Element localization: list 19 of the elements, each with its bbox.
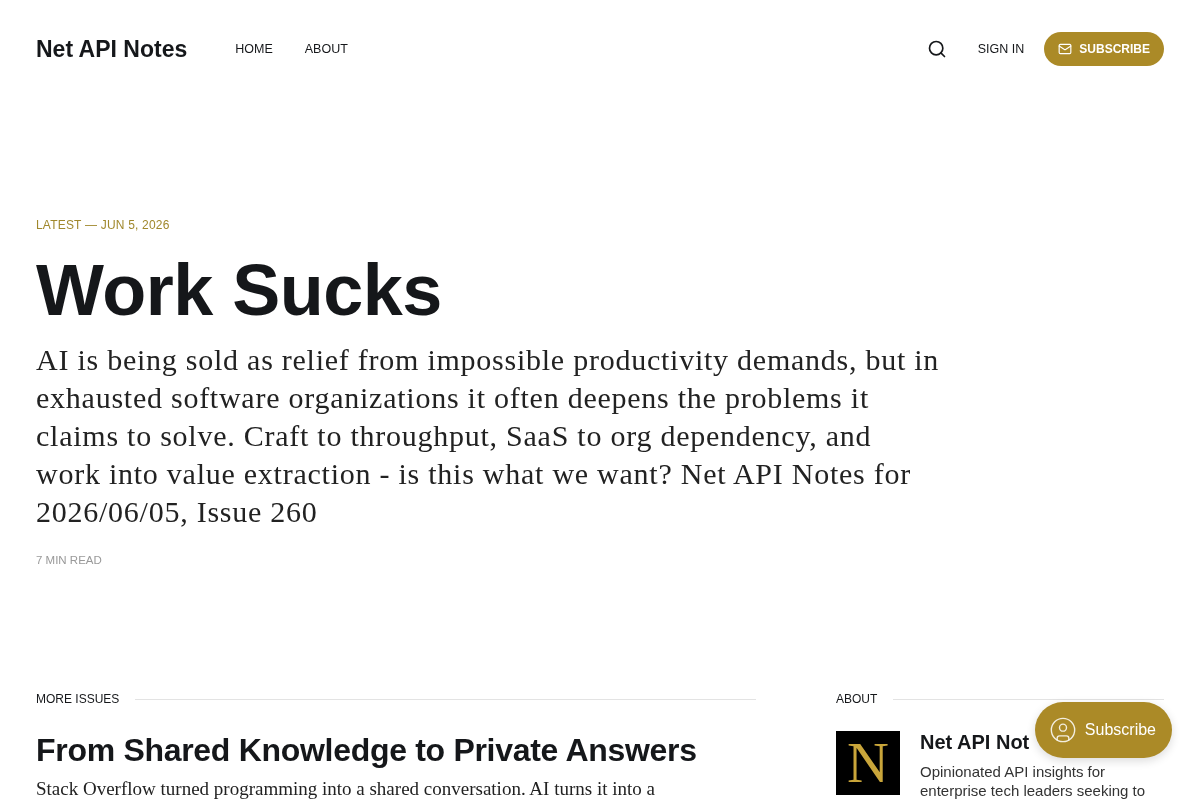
post-kicker: LATEST — JUN 5, 2026 [36,217,170,233]
site-logo[interactable]: Net API Notes [36,35,188,63]
post-excerpt: AI is being sold as relief from impossible productivity demands, but in exhausted software organizations it often deepens the problems it claims to solve. Craft to throughput, SaaS to org dependency, and work into value extraction - is this what we want? Net API Notes for 2026/06/05, Issue 260 [36,342,941,530]
nav-link[interactable]: HOME [235,42,273,56]
user-circle-icon [1048,716,1077,744]
search-icon [926,39,947,59]
post-title[interactable]: From Shared Knowledge to Private Answers [36,730,756,770]
section-heading: MORE ISSUES [36,691,120,707]
mail-icon [1058,42,1073,56]
reading-time: 7 MIN READ [36,553,102,568]
publication-logo: N [836,731,900,795]
post-excerpt: Stack Overflow turned programming into a shared conversation. AI turns it into a [36,778,656,799]
publication-description: Opinionated API insights for enterprise tech leaders seeking to [920,762,1147,800]
search-button[interactable] [926,39,947,59]
section-heading: ABOUT [836,691,878,707]
post-title[interactable]: Work Sucks [36,254,442,326]
sign-in-link[interactable]: SIGN IN [977,42,1025,56]
publication-name: Net API Not [920,730,1030,754]
nav-link[interactable]: ABOUT [304,42,348,56]
